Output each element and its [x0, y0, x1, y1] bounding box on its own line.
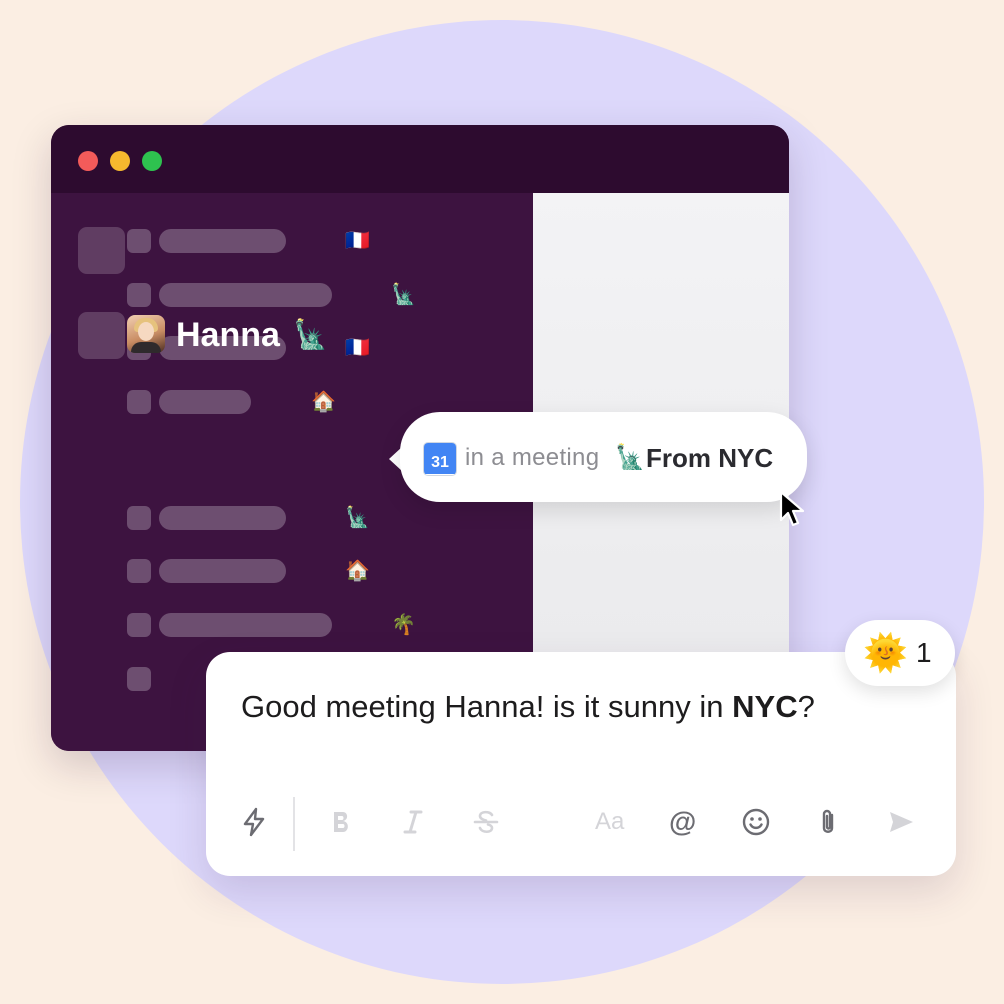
minimize-window-button[interactable] — [110, 151, 130, 171]
title-bar — [51, 125, 789, 193]
contact-status-emoji: 🌴 — [391, 614, 416, 636]
message-input[interactable]: Good meeting Hanna! is it sunny in NYC? — [241, 686, 815, 728]
workspace-tile[interactable] — [78, 227, 125, 274]
cursor-icon — [779, 490, 805, 527]
mention-icon[interactable]: @ — [669, 804, 696, 840]
contact-avatar-placeholder — [127, 667, 151, 691]
contact-avatar-placeholder — [127, 390, 151, 414]
contact-name-placeholder — [159, 559, 286, 583]
send-icon[interactable] — [883, 804, 919, 840]
attachment-icon[interactable] — [810, 804, 846, 840]
contact-status-emoji: 🏠 — [345, 560, 370, 582]
contact-status-emoji: 🗽 — [293, 319, 328, 350]
contact-avatar-placeholder — [127, 506, 151, 530]
contact-avatar-placeholder — [127, 283, 151, 307]
contact-name: Hanna — [176, 316, 280, 354]
contact-avatar-placeholder — [127, 613, 151, 637]
lightning-icon[interactable] — [236, 804, 272, 840]
strikethrough-icon[interactable] — [468, 804, 504, 840]
reaction-badge[interactable]: 🌞 1 — [845, 620, 955, 686]
contact-status-emoji: 🇫🇷 — [345, 230, 370, 252]
workspace-tile[interactable] — [78, 312, 125, 359]
reaction-count: 1 — [916, 637, 932, 668]
toolbar-divider — [293, 797, 295, 851]
contact-status-emoji: 🇫🇷 — [345, 337, 370, 359]
status-text: in a meeting — [465, 444, 600, 471]
status-tooltip: 31 in a meeting 🗽 From NYC — [400, 412, 807, 502]
bold-icon[interactable] — [323, 804, 359, 840]
emoji-icon[interactable] — [738, 804, 774, 840]
message-composer[interactable]: Good meeting Hanna! is it sunny in NYC? … — [206, 652, 956, 876]
contact-name-placeholder — [159, 390, 251, 414]
contact-name-placeholder — [159, 283, 332, 307]
contact-name-placeholder — [159, 506, 286, 530]
text-format-icon[interactable]: Aa — [595, 804, 624, 840]
contact-status-emoji: 🗽 — [345, 507, 370, 529]
contact-status-emoji: 🗽 — [391, 284, 416, 306]
contact-avatar-placeholder — [127, 229, 151, 253]
maximize-window-button[interactable] — [142, 151, 162, 171]
close-window-button[interactable] — [78, 151, 98, 171]
calendar-icon: 31 — [423, 442, 457, 476]
status-emoji: 🗽 — [615, 444, 645, 471]
contact-avatar-placeholder — [127, 559, 151, 583]
calendar-day: 31 — [424, 452, 456, 474]
italic-icon[interactable] — [395, 804, 431, 840]
location-text: From NYC — [646, 443, 774, 473]
contact-name-placeholder — [159, 229, 286, 253]
contact-status-emoji: 🏠 — [311, 391, 336, 413]
reaction-emoji: 🌞 — [863, 632, 908, 673]
contact-name-placeholder — [159, 613, 332, 637]
avatar — [127, 315, 165, 353]
